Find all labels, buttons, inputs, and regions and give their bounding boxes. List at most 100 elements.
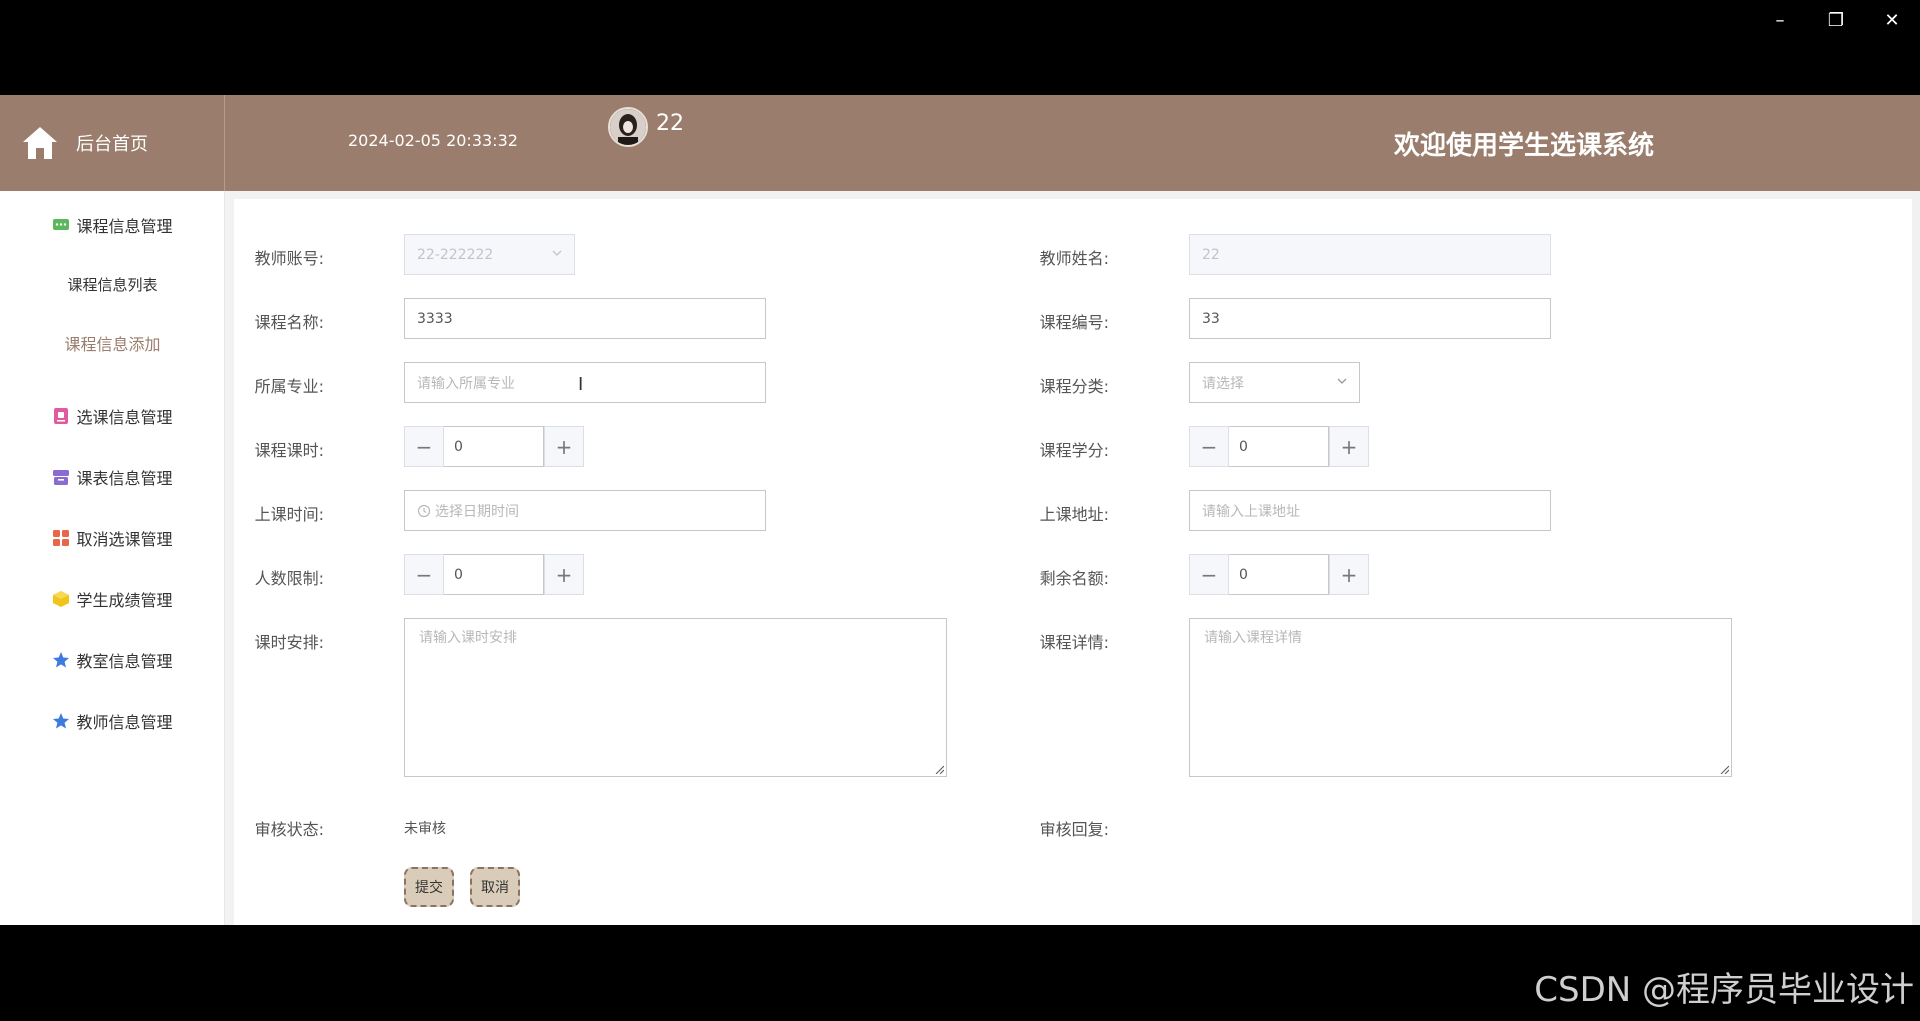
increment-button[interactable]: + — [1329, 426, 1369, 467]
teacher-name-label: 教师姓名: — [1039, 249, 1109, 268]
schedule-textarea[interactable]: 请输入课时安排 — [404, 618, 947, 777]
app-area: 后台首页 2024-02-05 20:33:32 22 欢迎使用学生选课系统 课… — [0, 95, 1920, 925]
decrement-button[interactable]: − — [1189, 554, 1229, 595]
hours-value[interactable]: 0 — [444, 426, 544, 467]
clock-icon — [417, 504, 431, 517]
app-window: – ❐ ✕ 后台首页 2024-02-05 20:33:32 22 欢迎使用学生… — [0, 0, 1920, 1021]
major-label: 所属专业: — [254, 377, 324, 396]
category-placeholder: 请选择 — [1202, 375, 1244, 392]
capacity-label: 人数限制: — [254, 569, 324, 588]
class-time-placeholder: 选择日期时间 — [435, 503, 519, 520]
chevron-down-icon — [1337, 378, 1347, 384]
user-info[interactable]: 22 — [608, 107, 684, 147]
teacher-name-field[interactable]: 22 — [1189, 234, 1551, 275]
minimize-button[interactable]: – — [1752, 0, 1808, 40]
teacher-account-value: 22-222222 — [417, 246, 494, 263]
home-icon — [23, 127, 57, 159]
sidebar-item-label: 课表信息管理 — [76, 469, 173, 488]
course-code-label: 课程编号: — [1039, 313, 1109, 332]
review-reply-label: 审核回复: — [1039, 820, 1109, 839]
window-controls: – ❐ ✕ — [1752, 0, 1920, 40]
star-icon — [53, 713, 70, 729]
sidebar-item-label: 选课信息管理 — [76, 408, 173, 427]
teacher-name-value: 22 — [1202, 246, 1220, 263]
cancel-button[interactable]: 取消 — [470, 867, 520, 907]
sidebar-item-cancel-selection[interactable]: 取消选课管理 — [0, 518, 225, 558]
course-name-field[interactable]: 3333 — [404, 298, 766, 339]
sidebar-subitem-course-list[interactable]: 课程信息列表 — [0, 274, 225, 295]
category-select[interactable]: 请选择 — [1189, 362, 1360, 403]
course-code-field[interactable]: 33 — [1189, 298, 1551, 339]
remaining-stepper[interactable]: − 0 + — [1189, 554, 1369, 595]
increment-button[interactable]: + — [544, 554, 584, 595]
current-datetime: 2024-02-05 20:33:32 — [348, 131, 518, 150]
course-form: 教师账号: 22-222222 教师姓名: 22 课程名称: 3333 课程编号… — [234, 199, 1914, 925]
category-label: 课程分类: — [1039, 377, 1109, 396]
capacity-value[interactable]: 0 — [444, 554, 544, 595]
hours-stepper[interactable]: − 0 + — [404, 426, 584, 467]
clipboard-icon — [54, 408, 69, 424]
course-name-value: 3333 — [417, 310, 453, 327]
scrollbar[interactable] — [1912, 191, 1920, 925]
grid-icon — [53, 530, 70, 546]
decrement-button[interactable]: − — [404, 426, 444, 467]
increment-button[interactable]: + — [544, 426, 584, 467]
teacher-account-select[interactable]: 22-222222 — [404, 234, 575, 275]
sidebar-subitem-course-add[interactable]: 课程信息添加 — [0, 331, 225, 355]
sidebar-item-teacher[interactable]: 教师信息管理 — [0, 701, 225, 741]
home-link[interactable]: 后台首页 — [0, 95, 225, 191]
text-cursor-icon: I — [578, 374, 584, 395]
sidebar-item-selection[interactable]: 选课信息管理 — [0, 396, 225, 436]
class-address-field[interactable]: 请输入上课地址 — [1189, 490, 1551, 531]
major-placeholder: 请输入所属专业 — [417, 375, 515, 392]
sidebar-item-timetable[interactable]: 课表信息管理 — [0, 457, 225, 497]
review-status-label: 审核状态: — [254, 820, 324, 839]
major-field[interactable]: 请输入所属专业 — [404, 362, 766, 403]
decrement-button[interactable]: − — [1189, 426, 1229, 467]
submit-button[interactable]: 提交 — [404, 867, 454, 907]
resize-handle-icon[interactable] — [1719, 764, 1729, 774]
details-label: 课程详情: — [1039, 633, 1109, 652]
archive-icon — [53, 470, 70, 485]
sidebar: 课程信息管理 课程信息列表 课程信息添加 选课信息管理 课表信息管理 取消选课管… — [0, 191, 225, 925]
avatar[interactable] — [608, 107, 648, 147]
welcome-title: 欢迎使用学生选课系统 — [1393, 131, 1654, 161]
increment-button[interactable]: + — [1329, 554, 1369, 595]
resize-handle-icon[interactable] — [934, 764, 944, 774]
username: 22 — [656, 110, 684, 136]
sidebar-item-label: 课程信息管理 — [76, 217, 173, 236]
class-time-label: 上课时间: — [254, 505, 324, 524]
class-address-placeholder: 请输入上课地址 — [1202, 503, 1300, 520]
star-icon — [53, 652, 70, 668]
cube-icon — [53, 591, 70, 607]
remaining-value[interactable]: 0 — [1229, 554, 1329, 595]
avatar-image-icon — [610, 109, 646, 145]
close-button[interactable]: ✕ — [1864, 0, 1920, 40]
home-label: 后台首页 — [76, 134, 148, 155]
watermark: CSDN @程序员毕业设计 — [1534, 970, 1914, 1010]
sidebar-item-classroom[interactable]: 教室信息管理 — [0, 640, 225, 680]
sidebar-item-label: 教师信息管理 — [76, 713, 173, 732]
teacher-account-label: 教师账号: — [254, 249, 324, 268]
schedule-placeholder: 请输入课时安排 — [419, 630, 517, 646]
class-address-label: 上课地址: — [1039, 505, 1109, 524]
sidebar-item-course-info[interactable]: 课程信息管理 — [0, 205, 225, 245]
sidebar-item-label: 教室信息管理 — [76, 652, 173, 671]
decrement-button[interactable]: − — [404, 554, 444, 595]
credits-stepper[interactable]: − 0 + — [1189, 426, 1369, 467]
class-time-picker[interactable]: 选择日期时间 — [404, 490, 766, 531]
details-textarea[interactable]: 请输入课程详情 — [1189, 618, 1732, 777]
sidebar-item-label: 取消选课管理 — [76, 530, 173, 549]
course-code-value: 33 — [1202, 310, 1220, 327]
sidebar-item-label: 学生成绩管理 — [76, 591, 173, 610]
capacity-stepper[interactable]: − 0 + — [404, 554, 584, 595]
chevron-down-icon — [552, 250, 562, 256]
details-placeholder: 请输入课程详情 — [1204, 630, 1302, 646]
restore-button[interactable]: ❐ — [1808, 0, 1864, 40]
sidebar-item-grades[interactable]: 学生成绩管理 — [0, 579, 225, 619]
credits-label: 课程学分: — [1039, 441, 1109, 460]
credits-value[interactable]: 0 — [1229, 426, 1329, 467]
review-status-value: 未审核 — [404, 821, 446, 837]
hours-label: 课程课时: — [254, 441, 324, 460]
course-name-label: 课程名称: — [254, 313, 324, 332]
